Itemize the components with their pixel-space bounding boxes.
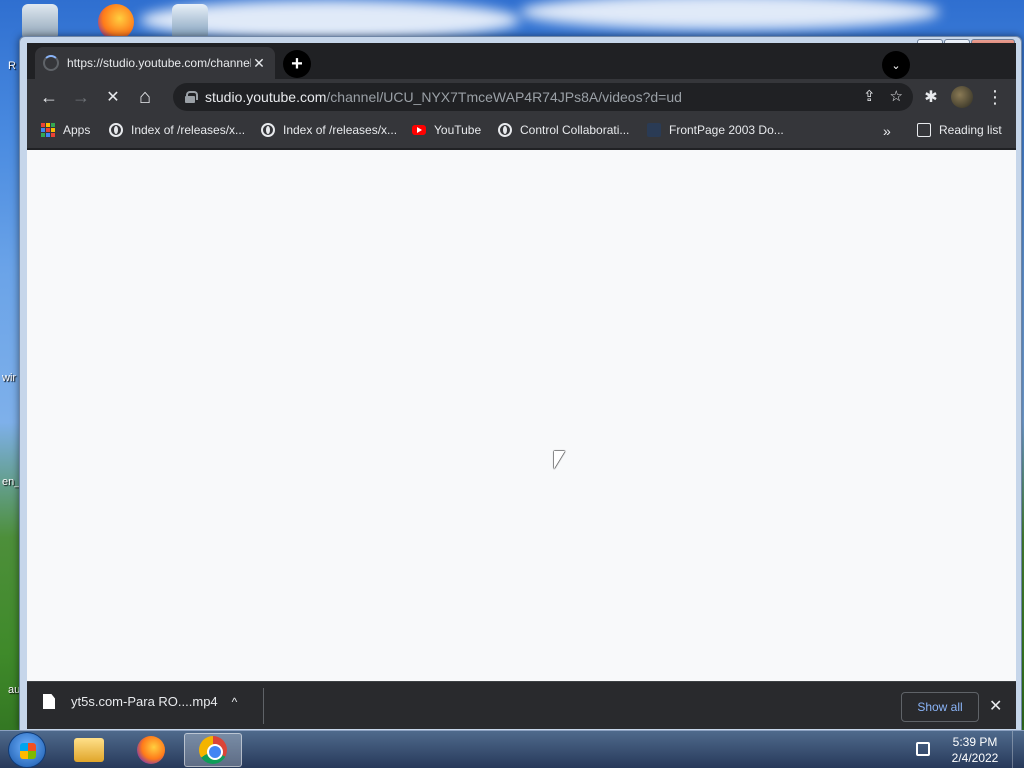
- bookmark-index-releases-1[interactable]: Index of /releases/x...: [109, 123, 245, 137]
- show-all-button[interactable]: Show all: [901, 692, 979, 722]
- frontpage-icon: [647, 123, 661, 137]
- network-icon[interactable]: [916, 742, 930, 756]
- bookmark-label: YouTube: [434, 123, 482, 137]
- bookmark-label: Index of /releases/x...: [131, 123, 246, 137]
- firefox-icon: [137, 736, 165, 764]
- show-desktop-button[interactable]: [1012, 731, 1024, 768]
- computer-desktop-icon[interactable]: [172, 4, 208, 40]
- toolbar: ← → ✕ ⌂ studio.youtube.com/channel/UCU_N…: [27, 79, 1016, 115]
- profile-avatar[interactable]: [951, 86, 973, 108]
- desktop-label: wir: [2, 372, 17, 384]
- reading-list-icon: [917, 123, 931, 137]
- forward-button[interactable]: →: [69, 85, 93, 109]
- bookmark-label: FrontPage 2003 Do...: [669, 123, 784, 137]
- new-tab-button[interactable]: +: [283, 50, 311, 78]
- bookmark-frontpage-2003[interactable]: FrontPage 2003 Do...: [647, 123, 784, 137]
- download-filename: yt5s.com-Para RO....mp4: [71, 694, 218, 709]
- folder-icon: [74, 738, 104, 762]
- stop-button[interactable]: ✕: [101, 85, 125, 109]
- globe-icon: [109, 123, 123, 137]
- download-bar-close-icon[interactable]: ✕: [989, 696, 1002, 716]
- tab-search-button[interactable]: ⌄: [882, 51, 910, 79]
- share-icon[interactable]: ⇪: [863, 87, 876, 105]
- bookmark-label: Apps: [63, 123, 91, 137]
- back-button[interactable]: ←: [37, 85, 61, 109]
- chrome-icon: [199, 736, 227, 764]
- taskbar: 5:39 PM 2/4/2022: [0, 730, 1024, 768]
- clock-time: 5:39 PM: [952, 735, 998, 749]
- loading-spinner-icon: [43, 55, 59, 71]
- menu-icon[interactable]: ⋮: [983, 85, 1007, 109]
- desktop-label: en_: [2, 476, 21, 488]
- tab-close-icon[interactable]: ✕: [251, 55, 267, 72]
- reading-list-button[interactable]: Reading list: [917, 123, 1002, 137]
- page-content[interactable]: [27, 150, 1016, 681]
- star-icon[interactable]: ☆: [890, 87, 903, 105]
- taskbar-chrome[interactable]: [184, 733, 242, 767]
- address-bar[interactable]: studio.youtube.com/channel/UCU_NYX7TmceW…: [173, 83, 913, 111]
- url-host: studio.youtube.com: [205, 89, 327, 105]
- browser-window: — ☐ ✕ https://studio.youtube.com/channel…: [19, 36, 1022, 731]
- lock-icon[interactable]: [185, 91, 198, 103]
- tab-strip: https://studio.youtube.com/channel/UCU_N…: [27, 43, 1016, 79]
- omnibox-actions: ⇪ ☆: [863, 87, 903, 105]
- globe-icon: [498, 123, 512, 137]
- active-tab[interactable]: https://studio.youtube.com/channel/UCU_N…: [35, 47, 275, 79]
- taskbar-explorer[interactable]: [60, 733, 118, 767]
- system-clock[interactable]: 5:39 PM 2/4/2022: [940, 734, 1010, 766]
- apps-grid-icon: [41, 123, 55, 137]
- reading-list-label: Reading list: [939, 123, 1002, 137]
- recycle-bin-icon[interactable]: [22, 4, 58, 40]
- clock-date: 2/4/2022: [951, 751, 999, 765]
- youtube-icon: [412, 125, 426, 135]
- bookmark-control-collaboration[interactable]: Control Collaborati...: [498, 123, 629, 137]
- bookmark-apps[interactable]: Apps: [41, 123, 90, 137]
- firefox-desktop-icon[interactable]: [98, 4, 134, 40]
- home-button[interactable]: ⌂: [133, 85, 157, 109]
- bookmark-label: Control Collaborati...: [520, 123, 630, 137]
- globe-icon: [261, 123, 275, 137]
- start-button[interactable]: [8, 732, 46, 768]
- chrome-frame: https://studio.youtube.com/channel/UCU_N…: [27, 43, 1016, 729]
- cloud: [520, 0, 940, 30]
- tab-title: https://studio.youtube.com/channel/UCU_N…: [67, 56, 251, 70]
- bookmarks-overflow-button[interactable]: »: [883, 123, 891, 139]
- bookmarks-bar: Apps Index of /releases/x... Index of /r…: [27, 115, 1016, 149]
- url-path: /channel/UCU_NYX7TmceWAP4R74JPs8A/videos…: [326, 89, 682, 105]
- divider: [263, 688, 264, 724]
- bookmark-youtube[interactable]: YouTube: [412, 123, 481, 137]
- download-item[interactable]: yt5s.com-Para RO....mp4 ^: [43, 694, 237, 709]
- bookmark-label: Index of /releases/x...: [283, 123, 398, 137]
- desktop-label: R: [8, 60, 16, 72]
- download-bar: yt5s.com-Para RO....mp4 ^ Show all ✕: [27, 681, 1016, 729]
- bookmark-index-releases-2[interactable]: Index of /releases/x...: [261, 123, 397, 137]
- extensions-icon[interactable]: ✱: [919, 85, 943, 109]
- taskbar-firefox[interactable]: [122, 733, 180, 767]
- mouse-cursor-icon: [554, 451, 565, 469]
- file-icon: [43, 694, 55, 709]
- chevron-up-icon[interactable]: ^: [232, 695, 238, 709]
